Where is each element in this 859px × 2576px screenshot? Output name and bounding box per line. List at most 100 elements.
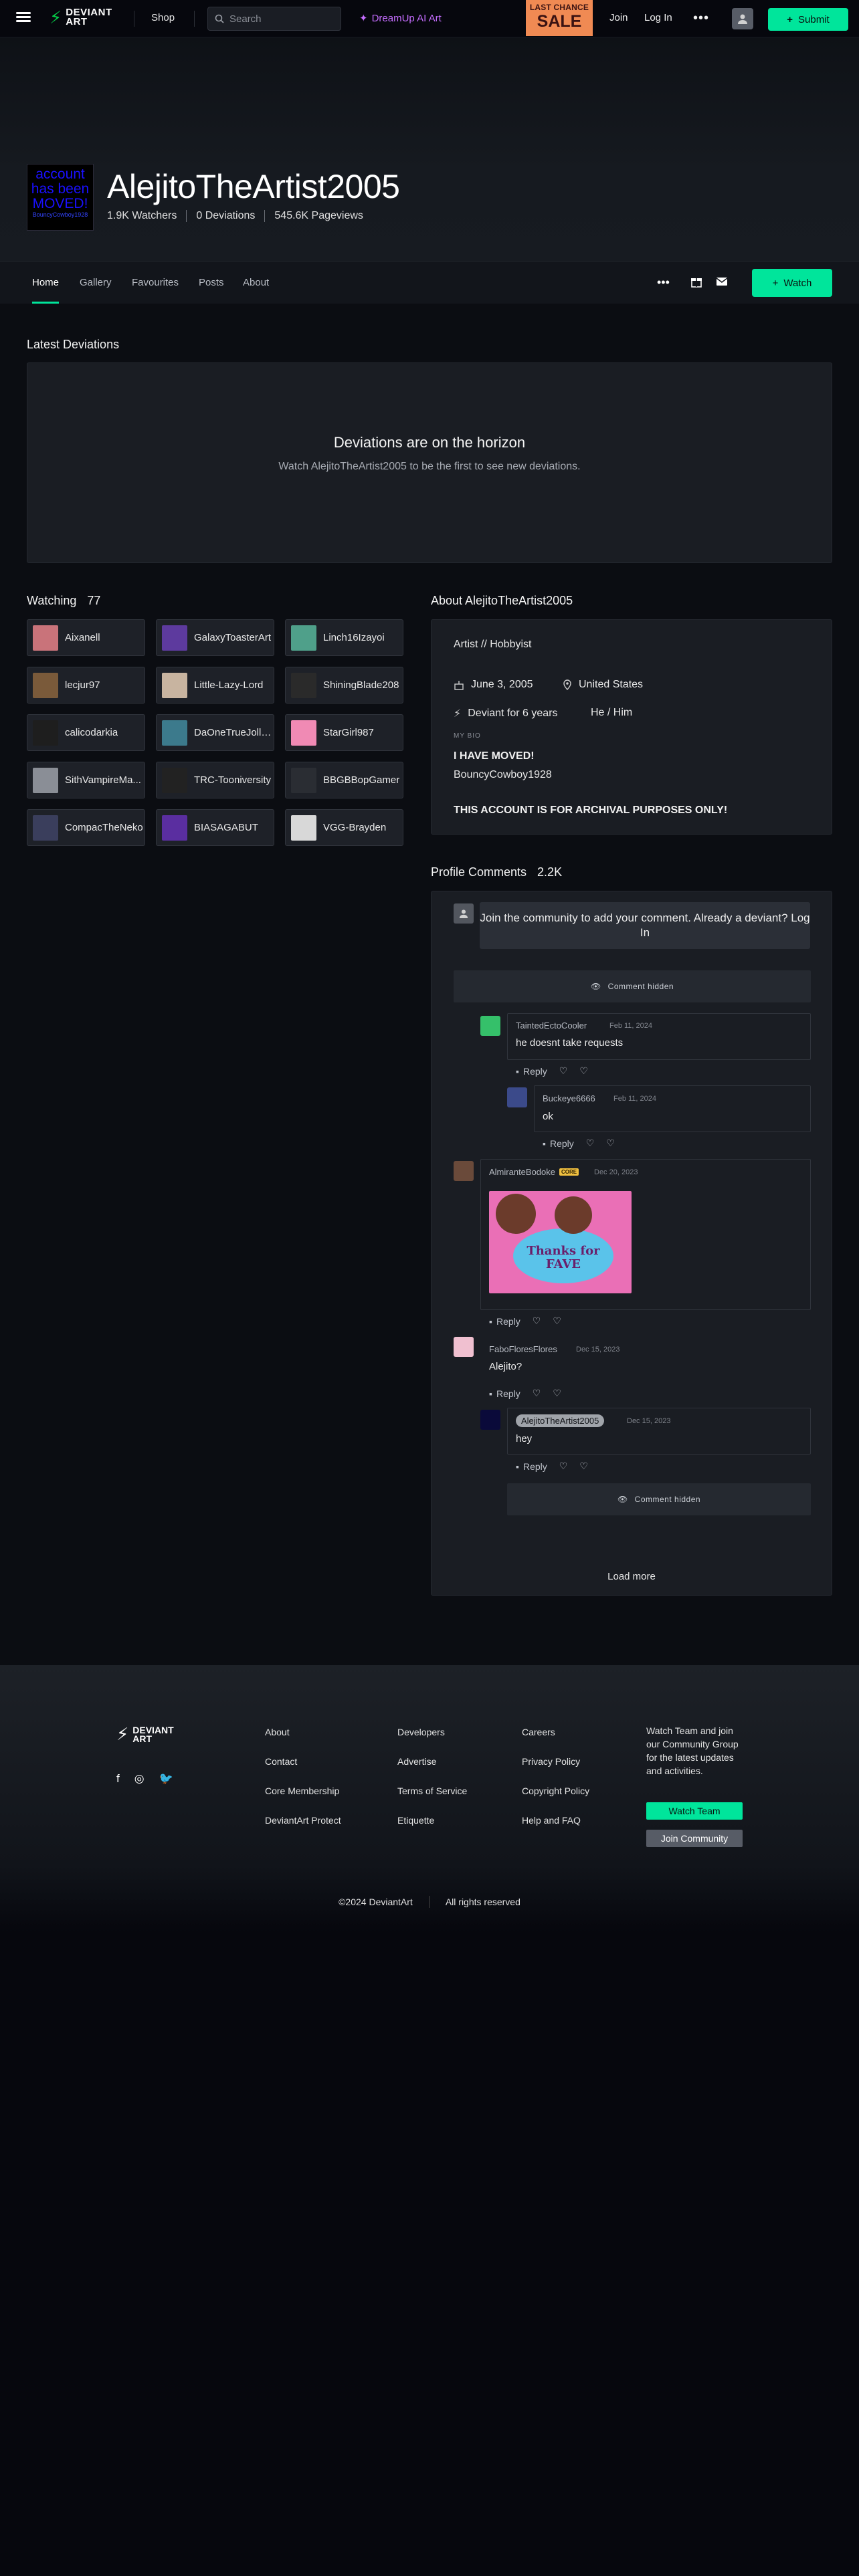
commenter-avatar[interactable] xyxy=(454,1337,474,1357)
twitter-icon[interactable]: 🐦 xyxy=(159,1772,173,1786)
comment-text: he doesnt take requests xyxy=(516,1037,624,1049)
watched-user-card[interactable]: BBGBBopGamer xyxy=(285,762,403,798)
tab-gallery[interactable]: Gallery xyxy=(80,277,112,288)
menu-icon[interactable] xyxy=(16,10,31,25)
comment-date[interactable]: Dec 15, 2023 xyxy=(627,1417,670,1425)
watched-user-card[interactable]: CompacTheNeko xyxy=(27,809,145,846)
like-icon[interactable]: ♡ xyxy=(533,1315,541,1327)
heart-icon[interactable]: ♡ xyxy=(579,1461,588,1472)
message-icon[interactable] xyxy=(716,276,728,291)
facebook-icon[interactable]: f xyxy=(116,1772,120,1786)
footer-link[interactable]: Copyright Policy xyxy=(522,1786,589,1796)
watched-user-card[interactable]: GalaxyToasterArt xyxy=(156,619,274,656)
reply-button[interactable]: ▪ Reply xyxy=(543,1138,574,1149)
watched-user-card[interactable]: VGG-Brayden xyxy=(285,809,403,846)
like-icon[interactable]: ♡ xyxy=(586,1138,595,1149)
watched-user-card[interactable]: DaOneTrueJolly... xyxy=(156,714,274,751)
footer-logo[interactable]: ⚡ DEVIANT ART xyxy=(116,1724,174,1745)
load-more-button[interactable]: Load more xyxy=(432,1571,832,1582)
footer-link[interactable]: About xyxy=(265,1727,290,1737)
tab-favourites[interactable]: Favourites xyxy=(132,277,179,288)
watched-user-card[interactable]: StarGirl987 xyxy=(285,714,403,751)
heart-icon[interactable]: ♡ xyxy=(553,1315,561,1327)
submit-button[interactable]: + Submit xyxy=(768,8,848,31)
watch-team-button[interactable]: Watch Team xyxy=(646,1802,743,1820)
join-link[interactable]: Join xyxy=(609,12,628,23)
tab-home[interactable]: Home xyxy=(32,277,59,288)
commenter-avatar[interactable] xyxy=(454,1161,474,1181)
tab-posts[interactable]: Posts xyxy=(199,277,224,288)
hidden-comment-bar[interactable]: 👁 Comment hidden xyxy=(454,970,811,1002)
reply-button[interactable]: ▪ Reply xyxy=(516,1461,547,1472)
footer-link[interactable]: Core Membership xyxy=(265,1786,339,1796)
tab-about[interactable]: About xyxy=(243,277,269,288)
comment-date[interactable]: Feb 11, 2024 xyxy=(609,1022,652,1030)
deviantart-logo[interactable]: ⚡ DEVIANT ART xyxy=(50,7,112,27)
gift-icon[interactable] xyxy=(690,276,702,291)
plus-icon: + xyxy=(772,277,779,289)
comment-username[interactable]: TaintedEctoCooler xyxy=(516,1021,587,1031)
footer-link[interactable]: Advertise xyxy=(397,1756,436,1767)
footer-link[interactable]: Developers xyxy=(397,1727,445,1737)
search-input[interactable]: Search xyxy=(207,7,341,31)
watched-user-card[interactable]: SithVampireMa... xyxy=(27,762,145,798)
dreamup-link[interactable]: ✦ DreamUp AI Art xyxy=(359,12,442,25)
join-community-button[interactable]: Join Community xyxy=(646,1830,743,1847)
instagram-icon[interactable]: ◎ xyxy=(134,1772,145,1786)
more-options-icon[interactable]: ••• xyxy=(657,276,670,290)
heart-icon[interactable]: ♡ xyxy=(553,1388,561,1399)
reply-button[interactable]: ▪ Reply xyxy=(489,1316,520,1327)
commenter-avatar[interactable] xyxy=(480,1410,500,1430)
footer-link[interactable]: Help and FAQ xyxy=(522,1815,581,1826)
profile-avatar[interactable]: account has been MOVED! BouncyCowboy1928 xyxy=(27,164,94,231)
footer-link[interactable]: DeviantArt Protect xyxy=(265,1815,341,1826)
footer-link[interactable]: Careers xyxy=(522,1727,555,1737)
latest-deviations-heading[interactable]: Latest Deviations xyxy=(27,338,119,352)
login-link[interactable]: Log In xyxy=(644,12,672,23)
footer-link[interactable]: Contact xyxy=(265,1756,297,1767)
footer-link[interactable]: Etiquette xyxy=(397,1815,434,1826)
watched-user-avatar xyxy=(162,720,187,746)
like-icon[interactable]: ♡ xyxy=(559,1065,568,1077)
watchers-count[interactable]: 1.9K Watchers xyxy=(107,210,177,222)
watched-user-card[interactable]: ShiningBlade208 xyxy=(285,667,403,704)
about-heading[interactable]: About AlejitoTheArtist2005 xyxy=(431,594,573,608)
heart-icon[interactable]: ♡ xyxy=(579,1065,588,1077)
hidden-comment-bar[interactable]: 👁 Comment hidden xyxy=(507,1483,811,1515)
comment-username[interactable]: AlmiranteBodoke xyxy=(489,1167,555,1177)
comment-username[interactable]: FaboFloresFlores xyxy=(489,1344,557,1354)
comment-date[interactable]: Dec 20, 2023 xyxy=(594,1168,638,1176)
like-icon[interactable]: ♡ xyxy=(559,1461,568,1472)
commenter-avatar[interactable] xyxy=(480,1016,500,1036)
more-options-icon[interactable]: ••• xyxy=(693,11,709,26)
sale-banner[interactable]: LAST CHANCE SALE xyxy=(526,0,593,36)
comments-panel: Join the community to add your comment. … xyxy=(431,891,832,1596)
comment-username[interactable]: AlejitoTheArtist2005 xyxy=(516,1414,605,1427)
shop-link[interactable]: Shop xyxy=(151,12,175,23)
comment-image[interactable]: Thanks for FAVE xyxy=(489,1191,632,1293)
comment-date[interactable]: Dec 15, 2023 xyxy=(576,1346,619,1354)
commenter-avatar[interactable] xyxy=(507,1087,527,1107)
watching-heading[interactable]: Watching 77 xyxy=(27,594,100,608)
comment-date[interactable]: Feb 11, 2024 xyxy=(613,1095,656,1103)
user-icon xyxy=(459,909,468,918)
footer-link[interactable]: Terms of Service xyxy=(397,1786,467,1796)
like-icon[interactable]: ♡ xyxy=(533,1388,541,1399)
user-avatar[interactable] xyxy=(732,8,753,29)
watched-user-card[interactable]: calicodarkia xyxy=(27,714,145,751)
comment-username[interactable]: Buckeye6666 xyxy=(543,1093,595,1103)
watched-user-card[interactable]: Aixanell xyxy=(27,619,145,656)
watched-user-card[interactable]: Little-Lazy-Lord xyxy=(156,667,274,704)
reply-button[interactable]: ▪ Reply xyxy=(489,1388,520,1399)
deviations-count[interactable]: 0 Deviations xyxy=(196,210,255,222)
watching-count: 77 xyxy=(87,594,101,607)
join-prompt[interactable]: Join the community to add your comment. … xyxy=(480,902,810,949)
watched-user-card[interactable]: Linch16Izayoi xyxy=(285,619,403,656)
watch-button[interactable]: + Watch xyxy=(752,269,832,297)
footer-link[interactable]: Privacy Policy xyxy=(522,1756,580,1767)
watched-user-card[interactable]: BIASAGABUT xyxy=(156,809,274,846)
reply-button[interactable]: ▪ Reply xyxy=(516,1066,547,1077)
watched-user-card[interactable]: TRC-Tooniversity xyxy=(156,762,274,798)
heart-icon[interactable]: ♡ xyxy=(606,1138,615,1149)
watched-user-card[interactable]: lecjur97 xyxy=(27,667,145,704)
